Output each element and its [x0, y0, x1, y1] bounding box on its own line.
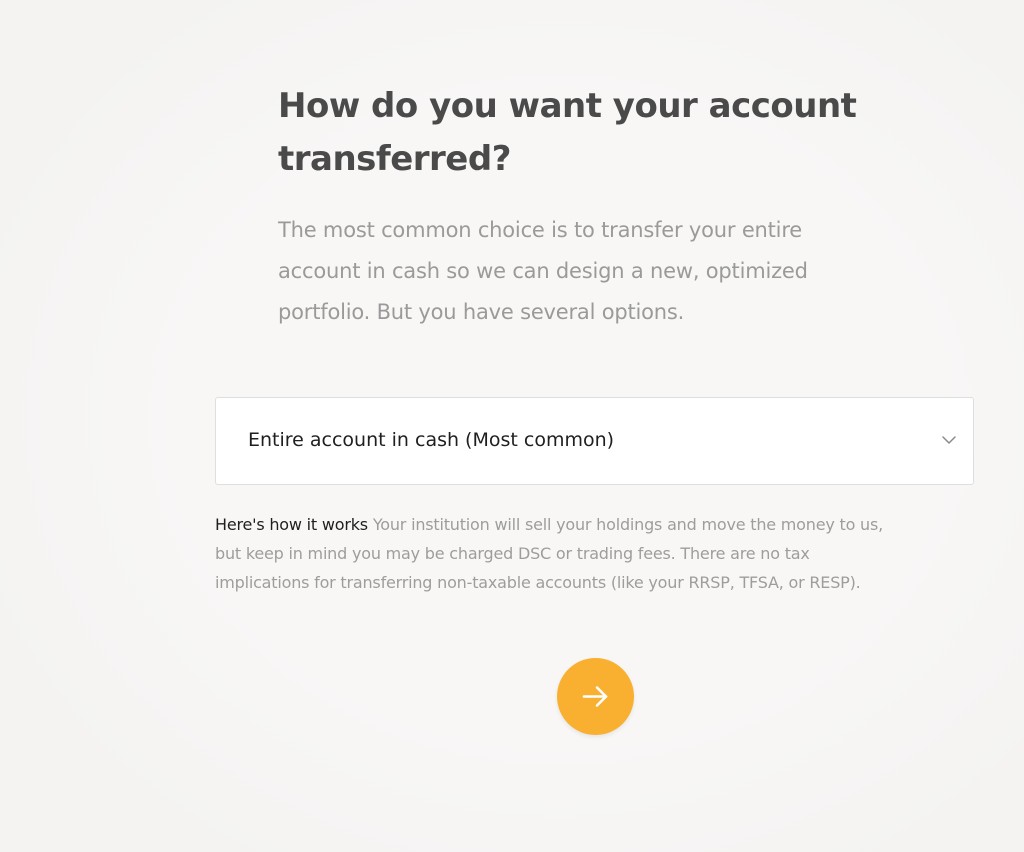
transfer-method-page: How do you want your account transferred…	[0, 0, 1024, 852]
page-title-line-1: How do you want your account	[278, 86, 857, 126]
chevron-down-icon	[941, 432, 957, 448]
page-title: How do you want your account transferred…	[278, 80, 918, 186]
how-it-works-text: Here's how it works Your institution wil…	[215, 510, 975, 597]
how-it-works-line-2: but keep in mind you may be charged DSC …	[215, 544, 810, 563]
transfer-type-select[interactable]: Entire account in cash (Most common)	[215, 397, 974, 485]
page-intro: The most common choice is to transfer yo…	[278, 210, 898, 333]
how-it-works-line-3: implications for transferring non-taxabl…	[215, 573, 861, 592]
how-it-works-line-1: Your institution will sell your holdings…	[372, 515, 884, 534]
arrow-right-icon	[582, 686, 608, 707]
next-button[interactable]	[557, 658, 634, 735]
page-title-line-2: transferred?	[278, 139, 511, 179]
page-intro-line-1: The most common choice is to transfer yo…	[278, 218, 803, 242]
transfer-type-selected-value: Entire account in cash (Most common)	[248, 429, 615, 451]
page-intro-line-3: portfolio. But you have several options.	[278, 300, 685, 324]
page-intro-line-2: account in cash so we can design a new, …	[278, 259, 808, 283]
how-it-works-label: Here's how it works	[215, 515, 368, 534]
